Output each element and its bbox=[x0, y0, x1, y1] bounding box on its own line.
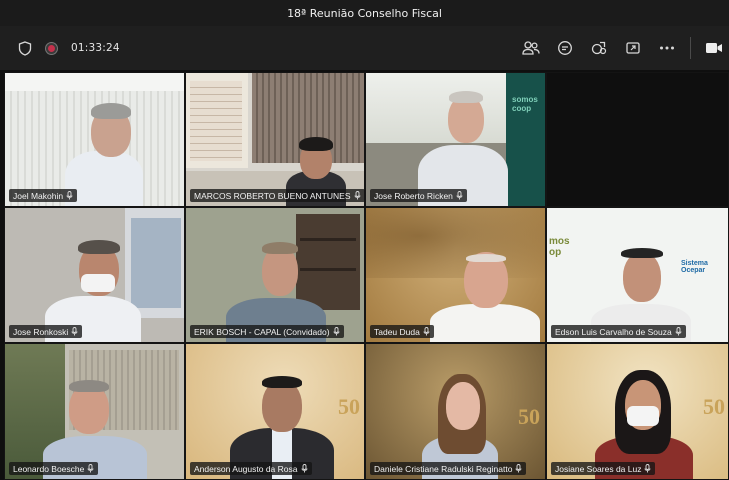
mic-icon bbox=[66, 191, 73, 200]
chat-icon[interactable] bbox=[548, 33, 582, 63]
ocepar-50-logo: 50 bbox=[338, 394, 360, 419]
mic-icon bbox=[423, 327, 430, 336]
participant-name-tag: Jose Roberto Ricken bbox=[370, 189, 467, 202]
reactions-icon[interactable] bbox=[582, 33, 616, 63]
sistema-ocepar-logo: Sistema Ocepar bbox=[681, 260, 708, 274]
participant-name: Leonardo Boesche bbox=[13, 463, 85, 474]
participant-name-tag: Josiane Soares da Luz bbox=[551, 462, 656, 475]
meeting-toolbar: 01:33:24 bbox=[0, 26, 729, 70]
video-tile[interactable]: 50 Daniele Cristiane Radulski Reginatto bbox=[365, 343, 546, 480]
mic-icon bbox=[87, 464, 94, 473]
participant-name: Tadeu Duda bbox=[374, 326, 420, 337]
window-title-bar: 18ª Reunião Conselho Fiscal bbox=[0, 0, 729, 26]
mic-icon bbox=[675, 327, 682, 336]
ocepar-50-logo: 50 bbox=[703, 394, 725, 419]
video-tile[interactable]: Leonardo Boesche bbox=[4, 343, 185, 480]
mic-icon bbox=[301, 464, 308, 473]
toolbar-right bbox=[514, 26, 729, 70]
video-tile[interactable]: somos coop Jose Roberto Ricken bbox=[365, 72, 546, 207]
video-tile[interactable]: Jose Ronkoski bbox=[4, 207, 185, 343]
participant-name: Anderson Augusto da Rosa bbox=[194, 463, 298, 474]
mic-icon bbox=[515, 464, 522, 473]
participant-name: Josiane Soares da Luz bbox=[555, 463, 642, 474]
participant-name-tag: Jose Ronkoski bbox=[9, 325, 83, 338]
toolbar-divider bbox=[690, 37, 691, 59]
participant-name-tag: Edson Luis Carvalho de Souza bbox=[551, 325, 686, 338]
mic-icon bbox=[456, 191, 463, 200]
shield-icon[interactable] bbox=[18, 40, 32, 56]
camera-icon[interactable] bbox=[699, 33, 729, 63]
participant-name-tag: Leonardo Boesche bbox=[9, 462, 99, 475]
toolbar-left: 01:33:24 bbox=[0, 26, 120, 70]
share-tray-icon[interactable] bbox=[616, 33, 650, 63]
mic-icon bbox=[333, 327, 340, 336]
face-mask bbox=[627, 406, 659, 426]
participant-name: MARCOS ROBERTO BUENO ANTUNES bbox=[194, 190, 351, 201]
participant-name: Joel Makohin bbox=[13, 190, 64, 201]
video-tile[interactable]: 50 Josiane Soares da Luz bbox=[546, 343, 729, 480]
video-tile[interactable]: mos op Sistema Ocepar Edson Luis Carvalho … bbox=[546, 207, 729, 343]
recording-icon bbox=[46, 42, 57, 54]
participant-name-tag: ERIK BOSCH - CAPAL (Convidado) bbox=[190, 325, 344, 338]
meeting-timer: 01:33:24 bbox=[71, 42, 120, 54]
more-icon[interactable] bbox=[650, 33, 684, 63]
participant-name: Daniele Cristiane Radulski Reginatto bbox=[374, 463, 513, 474]
participant-name-tag: Daniele Cristiane Radulski Reginatto bbox=[370, 462, 527, 475]
video-tile[interactable]: MARCOS ROBERTO BUENO ANTUNES bbox=[185, 72, 365, 207]
somos-coop-logo: somos coop bbox=[512, 95, 538, 113]
participant-name: ERIK BOSCH - CAPAL (Convidado) bbox=[194, 326, 330, 337]
mic-icon bbox=[71, 327, 78, 336]
participant-name-tag: MARCOS ROBERTO BUENO ANTUNES bbox=[190, 189, 364, 202]
video-tile[interactable]: ERIK BOSCH - CAPAL (Convidado) bbox=[185, 207, 365, 343]
participant-name-tag: Tadeu Duda bbox=[370, 325, 434, 338]
face-mask bbox=[81, 274, 115, 292]
participant-name: Edson Luis Carvalho de Souza bbox=[555, 326, 672, 337]
ocepar-50-logo: 50 bbox=[518, 404, 540, 429]
participant-name: Jose Ronkoski bbox=[13, 326, 69, 337]
mic-icon bbox=[354, 191, 361, 200]
video-tile[interactable]: Joel Makohin bbox=[4, 72, 185, 207]
participant-name-tag: Anderson Augusto da Rosa bbox=[190, 462, 312, 475]
meeting-title: 18ª Reunião Conselho Fiscal bbox=[287, 6, 442, 20]
video-tile-empty bbox=[546, 72, 729, 207]
video-tile[interactable]: 50 Anderson Augusto da Rosa bbox=[185, 343, 365, 480]
participant-name-tag: Joel Makohin bbox=[9, 189, 78, 202]
mic-icon bbox=[644, 464, 651, 473]
people-icon[interactable] bbox=[514, 33, 548, 63]
video-grid: Joel Makohin MARCOS ROBERTO BUENO ANTUNE… bbox=[4, 72, 729, 480]
video-tile[interactable]: Tadeu Duda bbox=[365, 207, 546, 343]
participant-name: Jose Roberto Ricken bbox=[374, 190, 453, 201]
somos-coop-logo: mos op bbox=[549, 236, 570, 258]
